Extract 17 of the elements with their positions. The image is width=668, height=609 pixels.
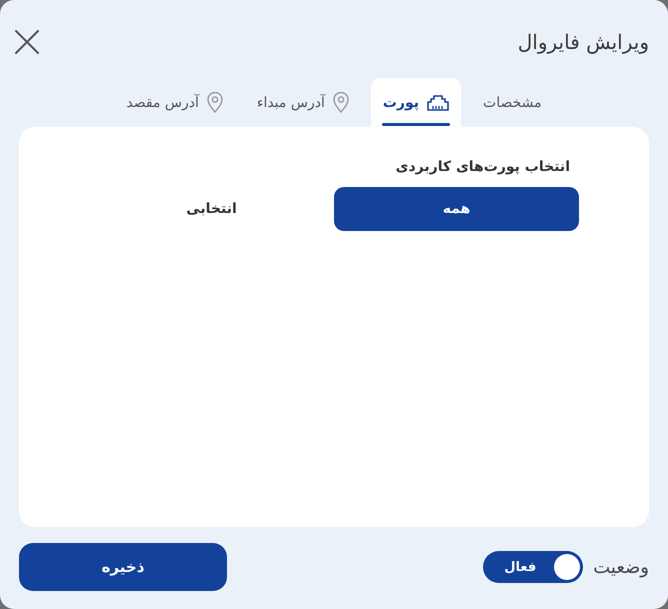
segment-option[interactable]: انتخابی — [89, 187, 334, 231]
toggle-knob-icon — [554, 554, 580, 580]
dialog-title: ویرایش فایروال — [518, 29, 649, 55]
location-pin-icon — [332, 92, 349, 113]
network-port-icon — [427, 94, 450, 110]
tab[interactable]: آدرس مبداء — [244, 78, 361, 127]
section-label: انتخاب پورت‌های کاربردی — [396, 159, 571, 175]
tab[interactable]: آدرس مقصد — [114, 78, 235, 127]
close-button[interactable] — [14, 29, 40, 55]
save-button[interactable]: ذخیره — [19, 543, 227, 591]
tab[interactable]: پورت — [370, 78, 462, 127]
location-pin-icon — [206, 92, 223, 113]
tab[interactable]: مشخصات — [471, 78, 554, 127]
segment-option[interactable]: همه — [334, 187, 579, 231]
close-icon — [15, 30, 39, 54]
status-toggle[interactable]: فعال — [483, 551, 584, 583]
status-label: وضعیت — [593, 556, 649, 578]
